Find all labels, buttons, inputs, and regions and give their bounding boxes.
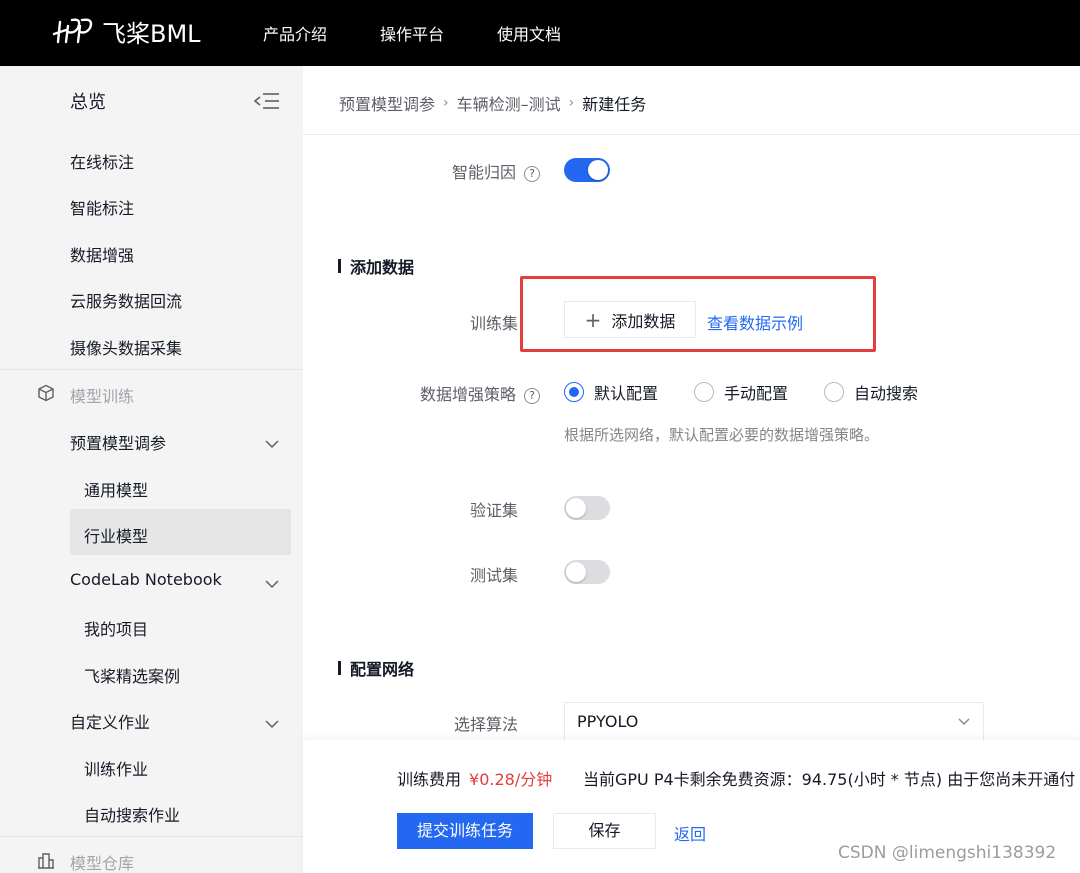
algorithm-select-value: PPYOLO: [577, 712, 639, 731]
sidebar-item-camera-collect[interactable]: 摄像头数据采集: [70, 335, 182, 359]
test-set-label: 测试集: [469, 566, 518, 585]
sidebar-item-general-model[interactable]: 通用模型: [84, 477, 148, 501]
training-fee-label: 训练费用: [397, 770, 462, 789]
collapse-menu-icon[interactable]: [253, 92, 280, 114]
smart-attribution-label-text: 智能归因: [451, 163, 516, 182]
radio-label: 手动配置: [724, 384, 789, 403]
sidebar-group-model-training[interactable]: 模型训练: [0, 369, 303, 415]
breadcrumb-current: 新建任务: [582, 95, 647, 114]
training-set-label: 训练集: [469, 314, 518, 333]
sidebar: 总览 在线标注 智能标注 数据增强 云服务数据回流 摄像头数据采集 模型训练 预…: [0, 66, 303, 873]
breadcrumb-level1[interactable]: 预置模型调参: [339, 91, 435, 115]
help-icon[interactable]: ?: [524, 166, 540, 182]
highlight-annotation-box: [520, 276, 876, 352]
radio-label: 自动搜索: [854, 384, 919, 403]
help-icon[interactable]: ?: [524, 388, 540, 404]
cube-icon: [37, 384, 55, 406]
section-title-text: 添加数据: [350, 258, 415, 277]
sidebar-item-data-augmentation[interactable]: 数据增强: [70, 242, 134, 266]
sidebar-item-my-projects[interactable]: 我的项目: [84, 616, 148, 640]
back-link[interactable]: 返回: [674, 821, 706, 845]
training-fee-price: ¥0.28/分钟: [469, 770, 553, 789]
breadcrumb: 预置模型调参 › 车辆检测–测试 › 新建任务: [339, 91, 646, 115]
radio-circle-icon: [694, 382, 714, 402]
training-fee: 训练费用 ¥0.28/分钟: [397, 766, 552, 790]
smart-attribution-label: 智能归因?: [420, 159, 540, 183]
algorithm-label: 选择算法: [453, 715, 518, 734]
top-navbar: 飞桨BML 产品介绍 操作平台 使用文档: [0, 0, 1080, 66]
sidebar-item-custom-jobs[interactable]: 自定义作业: [70, 709, 150, 733]
divider: [303, 134, 1080, 135]
validation-set-label: 验证集: [469, 501, 518, 520]
section-title-add-data: 添加数据: [338, 254, 414, 278]
chevron-down-icon[interactable]: [264, 574, 280, 593]
submit-training-button[interactable]: 提交训练任务: [397, 813, 533, 849]
paddle-logo-icon: [52, 18, 93, 44]
chevron-right-icon: ›: [443, 95, 449, 111]
radio-manual-config[interactable]: 手动配置: [694, 380, 788, 404]
watermark: CSDN @limengshi138392: [838, 843, 1057, 863]
sidebar-item-codelab[interactable]: CodeLab Notebook: [70, 570, 222, 589]
radio-default-config[interactable]: 默认配置: [564, 380, 658, 404]
sidebar-item-preset-tuning[interactable]: 预置模型调参: [70, 430, 166, 454]
augmentation-label: 数据增强策略?: [400, 381, 540, 405]
augmentation-hint: 根据所选网络，默认配置必要的数据增强策略。: [564, 426, 880, 444]
sidebar-group-model-repo[interactable]: 模型仓库: [0, 836, 303, 873]
radio-circle-icon: [824, 382, 844, 402]
logo-text: 飞桨BML: [102, 19, 201, 48]
radio-label: 默认配置: [594, 384, 659, 403]
nav-platform[interactable]: 操作平台: [380, 21, 444, 45]
sidebar-item-auto-search-jobs[interactable]: 自动搜索作业: [84, 802, 180, 826]
logo[interactable]: 飞桨BML: [52, 15, 201, 48]
section-title-network: 配置网络: [338, 656, 414, 680]
radio-auto-search[interactable]: 自动搜索: [824, 380, 918, 404]
chevron-right-icon: ›: [568, 95, 575, 111]
sidebar-item-cloud-backflow[interactable]: 云服务数据回流: [70, 288, 182, 312]
save-button[interactable]: 保存: [553, 813, 656, 849]
sidebar-item-industry-model[interactable]: 行业模型: [84, 523, 148, 547]
smart-attribution-toggle[interactable]: [564, 158, 610, 182]
sidebar-item-smart-label[interactable]: 智能标注: [70, 195, 134, 219]
chevron-down-icon[interactable]: [264, 434, 280, 453]
augmentation-label-text: 数据增强策略: [419, 385, 516, 404]
test-set-toggle[interactable]: [564, 560, 610, 584]
chevron-down-icon[interactable]: [264, 714, 280, 733]
nav-product-intro[interactable]: 产品介绍: [263, 21, 327, 45]
sidebar-item-online-label[interactable]: 在线标注: [70, 149, 134, 173]
algorithm-select[interactable]: PPYOLO: [564, 702, 984, 742]
warehouse-icon: [37, 851, 55, 873]
sidebar-group-label: 模型训练: [70, 387, 135, 406]
sidebar-item-training-jobs[interactable]: 训练作业: [84, 756, 148, 780]
gpu-resource-info: 当前GPU P4卡剩余免费资源：94.75(小时 * 节点) 由于您尚未开通付: [583, 770, 1076, 789]
sidebar-group-label: 模型仓库: [70, 854, 135, 873]
validation-set-toggle[interactable]: [564, 496, 610, 520]
section-title-text: 配置网络: [350, 660, 415, 679]
nav-docs[interactable]: 使用文档: [497, 21, 561, 45]
radio-circle-icon: [564, 382, 584, 402]
sidebar-item-paddle-cases[interactable]: 飞桨精选案例: [84, 663, 180, 687]
breadcrumb-level2[interactable]: 车辆检测–测试: [457, 91, 561, 115]
sidebar-item-overview[interactable]: 总览: [70, 88, 106, 114]
